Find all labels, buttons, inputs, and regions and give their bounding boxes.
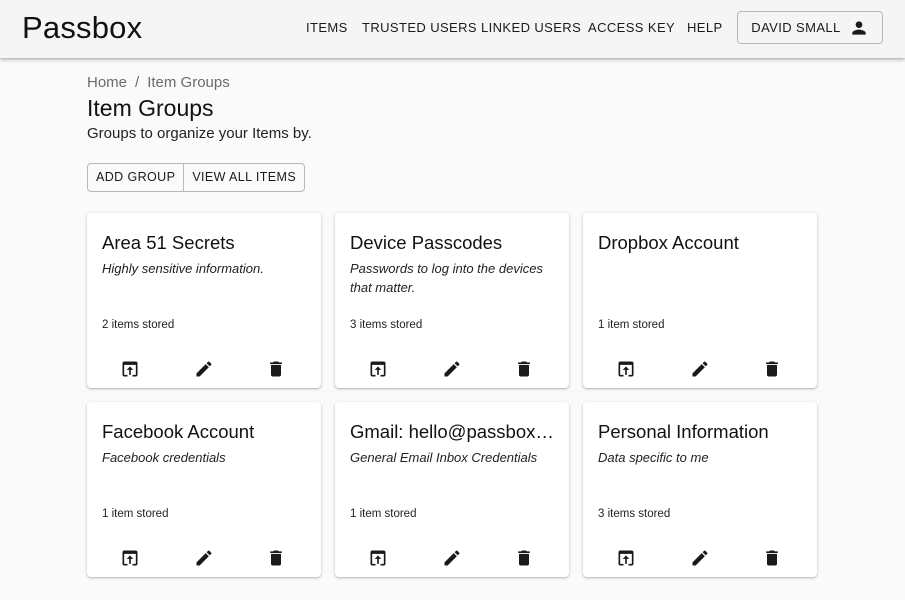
open-in-new-button[interactable] — [118, 546, 142, 570]
edit-icon — [692, 550, 708, 566]
open-in-new-icon — [618, 361, 634, 377]
edit-icon — [196, 361, 212, 377]
app-logo[interactable]: Passbox — [22, 10, 142, 46]
delete-icon — [270, 550, 282, 566]
group-card-title: Personal Information — [598, 421, 769, 442]
delete-button[interactable] — [760, 357, 784, 381]
breadcrumb: Home / Item Groups — [87, 74, 230, 91]
group-card-title: Area 51 Secrets — [102, 232, 235, 253]
nav-trusted-users[interactable]: TRUSTED USERS — [362, 20, 477, 35]
group-card-item-count: 3 items stored — [350, 319, 423, 331]
delete-icon — [766, 361, 778, 377]
app-bar: Passbox ITEMS TRUSTED USERS LINKED USERS… — [0, 0, 905, 58]
breadcrumb-home[interactable]: Home — [87, 74, 127, 91]
edit-icon — [692, 361, 708, 377]
page-title: Item Groups — [87, 95, 214, 121]
nav-access-key[interactable]: ACCESS KEY — [588, 20, 675, 35]
group-card-title: Gmail: hello@passbox.app — [350, 421, 555, 442]
delete-button[interactable] — [512, 357, 536, 381]
edit-button[interactable] — [688, 546, 712, 570]
delete-button[interactable] — [512, 546, 536, 570]
edit-button[interactable] — [440, 357, 464, 381]
group-card-description: Highly sensitive information. — [102, 261, 264, 276]
group-card[interactable]: Area 51 Secrets Highly sensitive informat… — [87, 213, 321, 388]
group-card-item-count: 1 item stored — [350, 508, 417, 520]
open-in-new-icon — [618, 550, 634, 566]
breadcrumb-current: Item Groups — [147, 74, 230, 91]
open-in-new-icon — [370, 361, 386, 377]
delete-button[interactable] — [264, 357, 288, 381]
user-menu-button[interactable]: DAVID SMALL — [737, 11, 883, 44]
group-card-description: Facebook credentials — [102, 450, 226, 465]
group-card-item-count: 2 items stored — [102, 319, 175, 331]
group-card-description: Data specific to me — [598, 450, 709, 465]
group-card[interactable]: Gmail: hello@passbox.app General Email In… — [335, 402, 569, 577]
edit-icon — [444, 361, 460, 377]
group-card[interactable]: Facebook Account Facebook credentials 1 it… — [87, 402, 321, 577]
delete-icon — [270, 361, 282, 377]
group-card[interactable]: Device Passcodes Passwords to log into th… — [335, 213, 569, 388]
breadcrumb-separator: / — [135, 74, 140, 91]
delete-icon — [518, 361, 530, 377]
user-name-label: DAVID SMALL — [751, 20, 841, 35]
toolbar-button-group: ADD GROUP VIEW ALL ITEMS — [87, 163, 306, 192]
nav-help[interactable]: HELP — [687, 20, 723, 35]
nav-linked-users[interactable]: LINKED USERS — [481, 20, 581, 35]
edit-button[interactable] — [440, 546, 464, 570]
group-card-item-count: 3 items stored — [598, 508, 671, 520]
edit-button[interactable] — [192, 357, 216, 381]
add-group-button[interactable]: ADD GROUP — [88, 164, 183, 191]
group-card-description: General Email Inbox Credentials — [350, 450, 538, 465]
open-in-new-icon — [122, 361, 138, 377]
nav-items[interactable]: ITEMS — [306, 20, 348, 35]
group-card[interactable]: Dropbox Account 1 item stored — [583, 213, 817, 388]
delete-icon — [766, 550, 778, 566]
group-card-title: Dropbox Account — [598, 232, 739, 253]
open-in-new-icon — [122, 550, 138, 566]
open-in-new-icon — [370, 550, 386, 566]
group-card-item-count: 1 item stored — [102, 508, 169, 520]
group-card-title: Device Passcodes — [350, 232, 503, 253]
group-card-item-count: 1 item stored — [598, 319, 665, 331]
view-all-items-button[interactable]: VIEW ALL ITEMS — [183, 164, 304, 191]
group-card[interactable]: Personal Information Data specific to me 3… — [583, 402, 817, 577]
open-in-new-button[interactable] — [614, 546, 638, 570]
group-card-description: Passwords to log into the devices that m… — [350, 261, 543, 295]
group-card-title: Facebook Account — [102, 421, 255, 442]
delete-icon — [518, 550, 530, 566]
delete-button[interactable] — [760, 546, 784, 570]
open-in-new-button[interactable] — [118, 357, 142, 381]
delete-button[interactable] — [264, 546, 288, 570]
open-in-new-button[interactable] — [366, 546, 390, 570]
edit-icon — [444, 550, 460, 566]
open-in-new-button[interactable] — [614, 357, 638, 381]
edit-button[interactable] — [688, 357, 712, 381]
page-subtitle: Groups to organize your Items by. — [87, 125, 312, 142]
person-icon — [852, 20, 866, 35]
edit-icon — [196, 550, 212, 566]
edit-button[interactable] — [192, 546, 216, 570]
open-in-new-button[interactable] — [366, 357, 390, 381]
